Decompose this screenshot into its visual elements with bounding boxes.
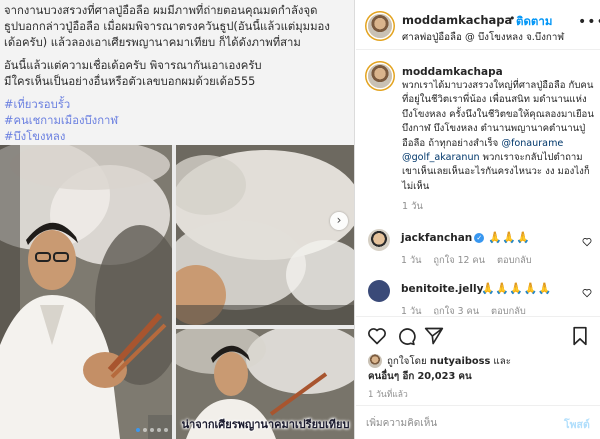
follow-button[interactable]: ติดตาม <box>516 13 552 31</box>
comment-time[interactable]: 1 วัน <box>401 255 421 266</box>
share-icon[interactable] <box>424 326 444 346</box>
caption-username[interactable]: moddamkachapa <box>402 65 594 79</box>
location-link[interactable]: ศาลพ่อปู่อือลือ @ บึงโขงหลง จ.บึงกาฬ <box>402 30 564 45</box>
photo-smoke-closeup <box>176 145 354 325</box>
comment-item: benitoite.jelly 🙏🙏🙏🙏🙏 1 วัน ถูกใจ 3 คน ต… <box>356 280 600 315</box>
video-subtitle: น่าจากเศียรพญานาคมาเปรียบเทียบ <box>181 418 350 431</box>
comment-time[interactable]: 1 วัน <box>401 306 421 315</box>
comment-likes[interactable]: ถูกใจ 12 คน <box>433 255 485 266</box>
others-count: 20,023 <box>417 371 456 382</box>
post-caption: moddamkachapa พวกเราได้มาบวงสรวงใหญ่ที่ศ… <box>402 65 594 214</box>
carousel-next-button[interactable]: › <box>330 212 348 230</box>
carousel-dot <box>150 428 154 432</box>
carousel-dot <box>164 428 168 432</box>
verified-badge-icon: ✓ <box>474 233 485 243</box>
comment-text: 🙏🙏🙏 <box>488 231 531 244</box>
media-caption-overlay: จากงานบวงสรวงที่ศาลปู่อือลือ ผมมีภาพที่ถ… <box>0 0 354 145</box>
media-caption-line: จากงานบวงสรวงที่ศาลปู่อือลือ ผมมีภาพที่ถ… <box>4 4 318 17</box>
caption-text: พวกเราได้มาบวงสรวงใหญ่ที่ศาลปู่อือลือ กั… <box>402 80 594 149</box>
header-username[interactable]: moddamkachapa <box>402 13 512 27</box>
media-hashtag: #บึงโขงหลง <box>4 130 66 143</box>
liked-by-line: ถูกใจโดย nutyaiboss และ <box>387 354 511 369</box>
heart-icon[interactable] <box>582 237 592 247</box>
carousel-dot <box>143 428 147 432</box>
others-suffix: คน <box>458 371 472 382</box>
avatar[interactable] <box>368 229 390 251</box>
comments-section: moddamkachapa พวกเราได้มาบวงสรวงใหญ่ที่ศ… <box>356 51 600 315</box>
avatar[interactable] <box>368 14 392 38</box>
media-hashtag: #เที่ยวรอบรั้ว <box>4 98 71 111</box>
bookmark-icon[interactable] <box>570 326 590 346</box>
liked-by-username[interactable]: nutyaiboss <box>430 356 490 367</box>
reply-button[interactable]: ตอบกลับ <box>491 306 526 315</box>
reply-button[interactable]: ตอบกลับ <box>497 255 532 266</box>
media-caption-line: อันนี้แล้วแต่ความเชื่อเด้อครับ พิจารณากั… <box>4 59 262 72</box>
post-side-panel: moddamkachapa • ติดตาม ศาลพ่อปู่อือลือ @… <box>356 0 600 439</box>
liked-by-label: ถูกใจโดย <box>387 356 427 367</box>
more-horizontal-icon[interactable]: ••• <box>578 14 600 30</box>
media-caption-line: มีใครเห็นเป็นอย่างอื่นหรือตัวเลขบอกผมด้ว… <box>4 75 256 88</box>
photo-man-with-incense <box>0 145 172 439</box>
media-caption-line: ธูปบอกกล่าวปู่อือลือ เมื่อผมพิจารณาตรงคว… <box>4 20 330 33</box>
caption-timestamp[interactable]: 1 วัน <box>402 199 594 214</box>
post-comment-button[interactable]: โพสต์ <box>564 416 590 433</box>
post-media[interactable]: จากงานบวงสรวงที่ศาลปู่อือลือ ผมมีภาพที่ถ… <box>0 0 355 439</box>
comment-item: jackfanchan ✓ 🙏🙏🙏 1 วัน ถูกใจ 12 คน ตอบกล… <box>356 229 600 273</box>
post-header: moddamkachapa • ติดตาม ศาลพ่อปู่อือลือ @… <box>356 0 600 50</box>
comment-meta: 1 วัน ถูกใจ 12 คน ตอบกลับ <box>401 253 541 268</box>
post-timestamp[interactable]: 1 วันที่แล้ว <box>368 387 408 401</box>
add-comment-bar: โพสต์ <box>356 405 600 439</box>
avatar[interactable] <box>368 280 390 302</box>
comment-likes[interactable]: ถูกใจ 3 คน <box>433 306 479 315</box>
likes-summary: ถูกใจโดย nutyaiboss และ คนอื่นๆ อีก 20,0… <box>356 352 600 386</box>
comment-input[interactable] <box>366 414 546 432</box>
carousel-dot <box>136 428 140 432</box>
mention-link[interactable]: @fonaurame <box>501 138 563 149</box>
carousel-dot <box>157 428 161 432</box>
avatar[interactable] <box>368 64 392 88</box>
comment-meta: 1 วัน ถูกใจ 3 คน ตอบกลับ <box>401 304 535 315</box>
others-label: คนอื่นๆ อีก <box>368 371 415 382</box>
carousel-indicator <box>136 428 168 432</box>
media-caption-line: เด้อครับ) แล้วลองเอาเศียรพญานาคมาเทียบ ก… <box>4 36 301 49</box>
comment-text: 🙏🙏🙏🙏🙏 <box>481 282 552 295</box>
mention-link[interactable]: @golf_akaranun <box>402 152 480 163</box>
comment-username-text: jackfanchan <box>401 232 473 244</box>
liked-by-and: และ <box>493 356 512 367</box>
liked-by-others[interactable]: คนอื่นๆ อีก 20,023 คน <box>368 369 472 384</box>
comment-icon[interactable] <box>396 326 416 346</box>
avatar[interactable] <box>368 354 382 368</box>
comment-username[interactable]: jackfanchan ✓ <box>401 232 485 244</box>
media-hashtag: #คนเชกามเมืองบึงกาฬ <box>4 114 119 127</box>
comment-username[interactable]: benitoite.jelly <box>401 283 483 295</box>
separator-dot: • <box>509 12 516 25</box>
heart-icon[interactable] <box>582 288 592 298</box>
heart-icon[interactable] <box>367 326 387 346</box>
caption-body: moddamkachapa พวกเราได้มาบวงสรวงใหญ่ที่ศ… <box>402 65 594 194</box>
